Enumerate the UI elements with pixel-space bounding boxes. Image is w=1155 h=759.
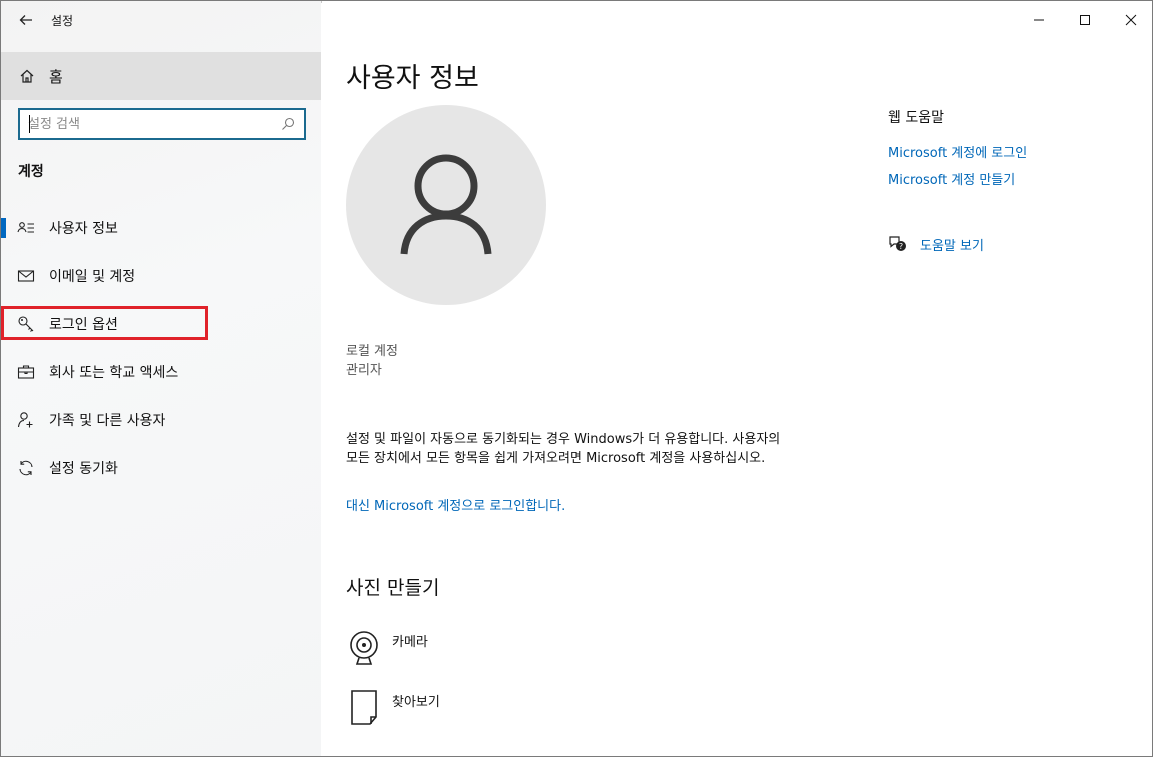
sidebar: 설정 홈 계정 (1, 1, 321, 756)
web-help-title: 웹 도움말 (888, 110, 944, 126)
sync-description: 설정 및 파일이 자동으로 동기화되는 경우 Windows가 더 유용합니다.… (346, 432, 781, 466)
browse-option[interactable]: 찾아보기 (346, 688, 440, 728)
sidebar-item-email[interactable]: 이메일 및 계정 (1, 252, 321, 300)
mail-icon (17, 267, 35, 285)
account-role: 관리자 (346, 363, 382, 378)
sidebar-item-label: 이메일 및 계정 (49, 269, 136, 285)
sidebar-item-sync[interactable]: 설정 동기화 (1, 444, 321, 492)
page-title: 사용자 정보 (346, 63, 479, 94)
browse-label: 찾아보기 (392, 695, 440, 710)
briefcase-icon (17, 363, 35, 381)
home-nav-item[interactable]: 홈 (1, 52, 321, 100)
back-arrow-icon (19, 15, 32, 25)
sidebar-item-work-school[interactable]: 회사 또는 학교 액세스 (1, 348, 321, 396)
person-add-icon (17, 411, 35, 429)
help-link-create-account[interactable]: Microsoft 계정 만들기 (888, 169, 1015, 188)
sidebar-item-user-info[interactable]: 사용자 정보 (1, 204, 321, 252)
avatar (346, 105, 546, 305)
sidebar-item-label: 회사 또는 학교 액세스 (49, 365, 179, 381)
sidebar-item-label: 사용자 정보 (49, 221, 118, 237)
camera-option[interactable]: 카메라 (346, 628, 428, 668)
view-help-label: 도움말 보기 (920, 238, 984, 254)
section-title: 계정 (18, 164, 44, 180)
app-title: 설정 (51, 13, 74, 28)
user-avatar-icon (400, 154, 492, 255)
back-button[interactable] (1, 1, 51, 39)
highlight-annotation-box (1, 306, 208, 340)
search-input[interactable] (20, 111, 280, 137)
text-caret (29, 115, 30, 133)
maximize-button[interactable] (1062, 1, 1108, 39)
close-icon (1125, 14, 1137, 26)
minimize-button[interactable] (1016, 1, 1062, 39)
settings-window: 설정 홈 계정 (0, 0, 1153, 757)
sidebar-item-family[interactable]: 가족 및 다른 사용자 (1, 396, 321, 444)
photo-section-title: 사진 만들기 (346, 577, 440, 599)
close-button[interactable] (1108, 1, 1152, 39)
view-help-link[interactable]: ? 도움말 보기 (888, 234, 984, 254)
window-controls (1016, 1, 1152, 39)
maximize-icon (1080, 15, 1090, 25)
home-label: 홈 (49, 67, 63, 86)
camera-icon (346, 628, 382, 668)
user-info-icon (17, 219, 35, 237)
title-bar: 설정 (1, 1, 321, 39)
help-link-signin[interactable]: Microsoft 계정에 로그인 (888, 142, 1027, 161)
browse-icon (346, 688, 382, 728)
microsoft-signin-link[interactable]: 대신 Microsoft 계정으로 로그인합니다. (346, 495, 565, 514)
account-type: 로컬 계정 (346, 344, 398, 359)
camera-label: 카메라 (392, 635, 428, 650)
account-nav: 사용자 정보 이메일 및 계정 로그인 옵션 회사 또는 학교 액세스 가족 및… (1, 204, 321, 492)
help-chat-icon: ? (889, 236, 906, 251)
sidebar-item-label: 설정 동기화 (49, 461, 118, 477)
search-box[interactable] (18, 108, 306, 140)
search-icon[interactable] (280, 116, 296, 132)
home-icon (20, 69, 34, 83)
main-content: 사용자 정보 로컬 계정 관리자 설정 및 파일이 자동으로 동기화되는 경우 … (322, 1, 1152, 756)
sidebar-item-label: 가족 및 다른 사용자 (49, 413, 166, 429)
svg-text:?: ? (899, 242, 903, 251)
minimize-icon (1034, 19, 1044, 21)
sync-icon (17, 459, 35, 477)
